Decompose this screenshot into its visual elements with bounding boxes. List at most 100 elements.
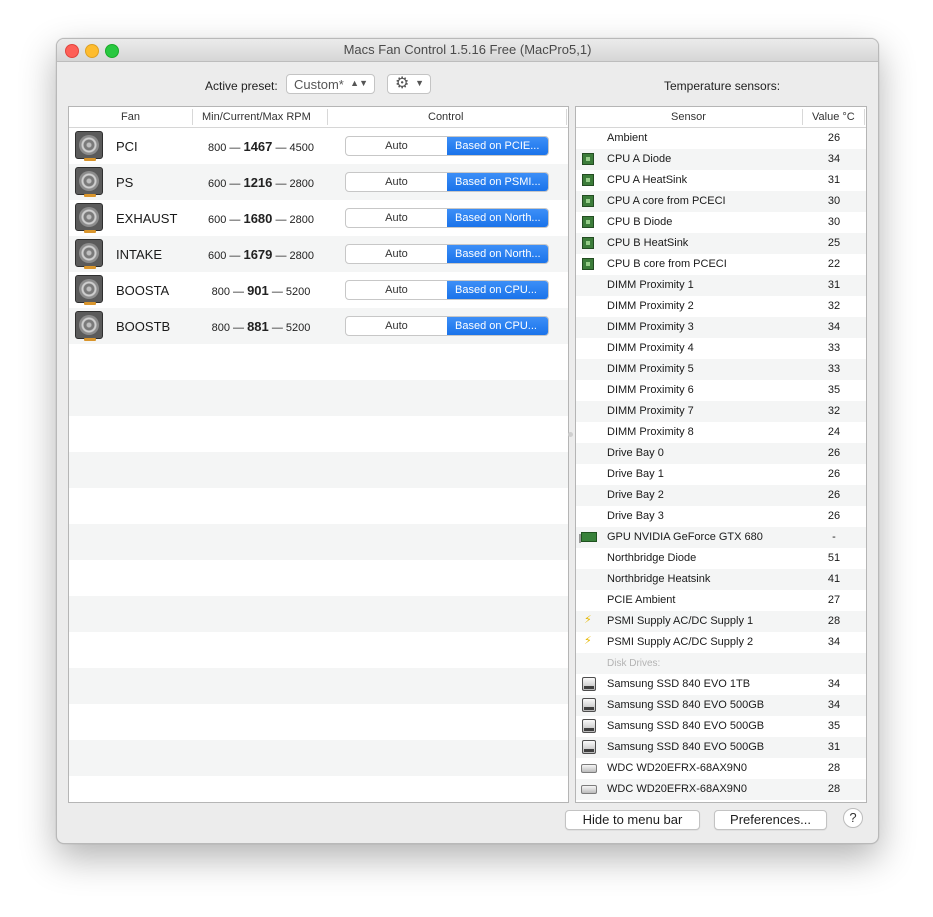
sensor-row[interactable]: CPU A HeatSink 31 [576,170,866,191]
sensor-row[interactable]: DIMM Proximity 2 32 [576,296,866,317]
sensor-name: Northbridge Heatsink [607,573,711,585]
auto-control-button[interactable]: Auto [346,173,447,191]
gpu-card-icon [579,532,597,543]
custom-control-button[interactable]: Based on PSMI... [447,173,548,191]
preset-actions-button[interactable]: ⚙ ▼ [387,74,431,94]
sensor-row[interactable]: WDC WD20EFRX-68AX9N0 28 [576,758,866,779]
custom-control-button[interactable]: Based on North... [447,245,548,263]
sensor-value: 26 [827,447,841,459]
fan-row[interactable]: PCI 800 — 1467 — 4500 Auto Based on PCIE... [69,128,568,164]
fan-row[interactable]: EXHAUST 600 — 1680 — 2800 Auto Based on Nor… [69,200,568,236]
sensor-name: Drive Bay 0 [607,447,664,459]
custom-control-button[interactable]: Based on CPU... [447,317,548,335]
sensor-row[interactable]: CPU A Diode 34 [576,149,866,170]
fan-row[interactable]: INTAKE 600 — 1679 — 2800 Auto Based on Nort… [69,236,568,272]
sensor-row[interactable]: DIMM Proximity 7 32 [576,401,866,422]
sensor-row[interactable]: DIMM Proximity 8 24 [576,422,866,443]
help-button[interactable]: ? [843,808,863,828]
column-header-rpm[interactable]: Min/Current/Max RPM [202,111,311,123]
sensor-row[interactable]: DIMM Proximity 5 33 [576,359,866,380]
auto-control-button[interactable]: Auto [346,281,447,299]
sensor-row[interactable]: CPU B HeatSink 25 [576,233,866,254]
sensor-row[interactable]: Samsung SSD 840 EVO 500GB 35 [576,716,866,737]
sensor-row[interactable]: DIMM Proximity 6 35 [576,380,866,401]
sensor-value: 35 [827,720,841,732]
sensor-value: 28 [827,783,841,795]
column-header-sensor[interactable]: Sensor [671,111,706,123]
custom-control-button[interactable]: Based on North... [447,209,548,227]
sensor-value: 33 [827,342,841,354]
sensor-row[interactable]: DIMM Proximity 3 34 [576,317,866,338]
custom-control-button[interactable]: Based on PCIE... [447,137,548,155]
sensor-row[interactable]: Samsung SSD 840 EVO 1TB 34 [576,674,866,695]
sensor-row[interactable]: Samsung SSD 840 EVO 500GB 34 [576,695,866,716]
title-bar[interactable]: Macs Fan Control 1.5.16 Free (MacPro5,1) [57,39,878,62]
fan-row[interactable]: BOOSTA 800 — 901 — 5200 Auto Based on CPU..… [69,272,568,308]
split-view-handle[interactable] [568,432,573,437]
sensor-value: 28 [827,762,841,774]
custom-control-button[interactable]: Based on CPU... [447,281,548,299]
sensor-row[interactable]: CPU A core from PCECI 30 [576,191,866,212]
sensor-row[interactable]: PCIE Ambient 27 [576,590,866,611]
cpu-chip-icon [582,258,594,270]
sensor-value: 41 [827,573,841,585]
fan-current-rpm: 881 [247,319,269,334]
fan-row[interactable]: BOOSTB 800 — 881 — 5200 Auto Based on CPU..… [69,308,568,344]
fan-rpm: 600 — 1680 — 2800 [207,211,314,226]
sensor-row[interactable]: Drive Bay 0 26 [576,443,866,464]
fan-row[interactable]: PS 600 — 1216 — 2800 Auto Based on PSMI... [69,164,568,200]
sensor-name: WDC WD20EFRX-68AX9N0 [607,762,747,774]
power-bolt-icon: ⚡ [584,635,592,647]
fan-min-rpm: 800 [211,322,230,334]
sensor-name: Disk Drives: [607,658,661,669]
sensor-row[interactable]: Samsung SSD 840 EVO 500GB 31 [576,737,866,758]
active-preset-popup[interactable]: Custom* ▲▼ [286,74,375,94]
fan-control-segmented: Auto Based on CPU... [345,280,549,300]
sensor-name: DIMM Proximity 6 [607,384,694,396]
sensor-row[interactable]: CPU B Diode 30 [576,212,866,233]
sensor-row[interactable]: GPU NVIDIA GeForce GTX 680 - [576,527,866,548]
fan-max-rpm: 5200 [285,322,311,334]
sensor-name: Northbridge Diode [607,552,697,564]
sensor-row[interactable]: Northbridge Diode 51 [576,548,866,569]
sensor-row[interactable]: DIMM Proximity 4 33 [576,338,866,359]
fan-name: EXHAUST [116,211,178,226]
sensor-name: PSMI Supply AC/DC Supply 1 [607,615,754,627]
sensor-name: Samsung SSD 840 EVO 500GB [607,741,765,753]
sensor-row[interactable]: WDC WD20EFRX-68AX9N0 28 [576,779,866,800]
fan-rpm: 800 — 901 — 5200 [211,283,311,298]
sensor-row[interactable]: Drive Bay 3 26 [576,506,866,527]
sensor-value: 26 [827,468,841,480]
hide-to-menu-bar-button[interactable]: Hide to menu bar [565,810,700,830]
column-header-control[interactable]: Control [428,111,463,123]
fan-current-rpm: 1467 [243,139,273,154]
auto-control-button[interactable]: Auto [346,317,447,335]
sensor-row[interactable]: Drive Bay 1 26 [576,464,866,485]
fan-rows: PCI 800 — 1467 — 4500 Auto Based on PCIE...… [69,128,568,802]
sensor-row[interactable]: Drive Bay 2 26 [576,485,866,506]
ssd-drive-icon [582,740,596,754]
auto-control-button[interactable]: Auto [346,245,447,263]
sensor-row[interactable]: DIMM Proximity 1 31 [576,275,866,296]
fan-current-rpm: 1680 [243,211,273,226]
column-divider [566,109,567,125]
sensor-name: Drive Bay 3 [607,510,664,522]
sensor-row[interactable]: ⚡ PSMI Supply AC/DC Supply 1 28 [576,611,866,632]
sensor-row[interactable]: CPU B core from PCECI 22 [576,254,866,275]
auto-control-button[interactable]: Auto [346,137,447,155]
fan-icon [75,203,103,233]
sensor-row[interactable]: ⚡ PSMI Supply AC/DC Supply 2 34 [576,632,866,653]
sensor-table: Sensor Value °C Ambient 26 CPU A Diode 34 CP… [575,106,867,803]
hdd-drive-icon [581,764,597,773]
preferences-button[interactable]: Preferences... [714,810,827,830]
sensor-value: 31 [827,174,841,186]
column-header-fan[interactable]: Fan [121,111,140,123]
fan-max-rpm: 5200 [285,286,311,298]
fan-icon [75,275,103,305]
column-header-value[interactable]: Value °C [812,111,855,123]
auto-control-button[interactable]: Auto [346,209,447,227]
sensor-row[interactable]: Ambient 26 [576,128,866,149]
sensor-name: CPU A core from PCECI [607,195,726,207]
sensor-name: Drive Bay 2 [607,489,664,501]
sensor-row[interactable]: Northbridge Heatsink 41 [576,569,866,590]
